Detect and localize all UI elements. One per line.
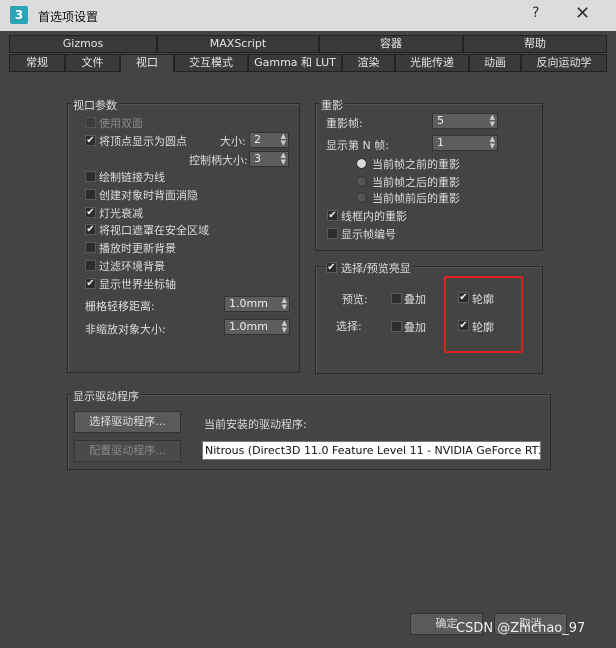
draw-links-label: 绘制链接为线: [99, 171, 165, 184]
tab-general[interactable]: 常规: [9, 54, 65, 72]
size-label: 大小:: [220, 135, 246, 148]
filter-env-bg-label: 过滤环境背景: [99, 260, 165, 273]
size-spinner[interactable]: 2 ▲ ▼: [249, 132, 289, 148]
non-scaling-size-label: 非缩放对象大小:: [85, 323, 166, 336]
ghost-before-radio[interactable]: [356, 158, 367, 169]
tab-containers[interactable]: 容器: [319, 35, 463, 53]
grid-nudge-value: 1.0mm: [229, 297, 268, 310]
tab-interaction-mode[interactable]: 交互模式: [174, 54, 248, 72]
nth-frame-label: 显示第 N 帧:: [326, 139, 389, 152]
tab-help[interactable]: 帮助: [463, 35, 607, 53]
ghosting-title: 重影: [319, 97, 345, 113]
ghost-before-after-radio[interactable]: [356, 192, 367, 203]
update-bg-label: 播放时更新背景: [99, 242, 176, 255]
backface-cull-checkbox[interactable]: [85, 189, 96, 200]
update-bg-checkbox[interactable]: [85, 242, 96, 253]
current-driver-field: Nitrous (Direct3D 11.0 Feature Level 11 …: [202, 441, 541, 460]
preview-overlay-label: 叠加: [404, 293, 426, 306]
ghost-frames-spinner[interactable]: 5 ▲ ▼: [432, 113, 498, 129]
tab-radiosity[interactable]: 光能传递: [395, 54, 469, 72]
selection-highlight-checkbox[interactable]: ✔: [326, 262, 337, 273]
show-vertices-as-dots-label: 将顶点显示为圆点: [99, 135, 187, 148]
tab-viewports[interactable]: 视口: [120, 54, 174, 73]
preview-label: 预览:: [342, 293, 368, 306]
window-title: 首选项设置: [38, 10, 99, 24]
ghost-after-radio[interactable]: [356, 176, 367, 187]
tab-inverse-kinematics[interactable]: 反向运动学: [521, 54, 607, 72]
selection-overlay-checkbox[interactable]: [391, 321, 402, 332]
handle-size-label: 控制柄大小:: [189, 154, 248, 167]
ghost-frames-label: 重影帧:: [326, 117, 363, 130]
tab-rendering[interactable]: 渲染: [342, 54, 395, 72]
configure-driver-button[interactable]: 配置驱动程序...: [74, 440, 181, 462]
spinner-arrows-icon[interactable]: ▲ ▼: [490, 136, 495, 150]
spinner-arrows-icon[interactable]: ▲ ▼: [490, 114, 495, 128]
tab-gizmos[interactable]: Gizmos: [9, 35, 157, 53]
ghost-wireframe-label: 线框内的重影: [341, 210, 407, 223]
help-button[interactable]: ?: [532, 5, 539, 21]
tab-gamma-lut[interactable]: Gamma 和 LUT: [248, 54, 342, 72]
mask-safe-region-label: 将视口遮罩在安全区域: [99, 224, 209, 237]
grid-nudge-label: 栅格轻移距离:: [85, 300, 155, 313]
attenuate-lights-label: 灯光衰减: [99, 207, 143, 220]
filter-env-bg-checkbox[interactable]: [85, 260, 96, 271]
show-world-axis-checkbox[interactable]: ✔: [85, 278, 96, 289]
spinner-arrows-icon[interactable]: ▲ ▼: [281, 133, 286, 147]
close-button[interactable]: ✕: [575, 3, 590, 24]
mask-safe-region-checkbox[interactable]: ✔: [85, 224, 96, 235]
ghost-wireframe-checkbox[interactable]: ✔: [327, 210, 338, 221]
backface-cull-label: 创建对象时背面消隐: [99, 189, 198, 202]
use-dual-planes-label: 使用双面: [99, 117, 143, 130]
tab-files[interactable]: 文件: [65, 54, 120, 72]
tab-animation[interactable]: 动画: [469, 54, 521, 72]
spinner-arrows-icon[interactable]: ▲ ▼: [281, 152, 286, 166]
viewport-params-title: 视口参数: [71, 97, 119, 113]
spinner-arrows-icon[interactable]: ▲ ▼: [282, 320, 287, 334]
non-scaling-size-spinner[interactable]: 1.0mm ▲ ▼: [224, 319, 290, 335]
choose-driver-button[interactable]: 选择驱动程序...: [74, 411, 181, 433]
attenuate-lights-checkbox[interactable]: ✔: [85, 207, 96, 218]
use-dual-planes-checkbox[interactable]: [85, 117, 96, 128]
spinner-arrows-icon[interactable]: ▲ ▼: [282, 297, 287, 311]
preview-overlay-checkbox[interactable]: [391, 293, 402, 304]
handle-size-spinner[interactable]: 3 ▲ ▼: [249, 151, 289, 167]
selection-highlight-title: 选择/预览亮显: [339, 260, 413, 276]
frame-numbers-checkbox[interactable]: [327, 228, 338, 239]
handle-size-value: 3: [254, 152, 261, 165]
draw-links-checkbox[interactable]: [85, 171, 96, 182]
size-value: 2: [254, 133, 261, 146]
selection-label: 选择:: [336, 320, 362, 333]
watermark-text: CSDN @Zhichao_97: [456, 621, 586, 636]
ghost-before-label: 当前帧之前的重影: [372, 158, 460, 171]
non-scaling-size-value: 1.0mm: [229, 320, 268, 333]
grid-nudge-spinner[interactable]: 1.0mm ▲ ▼: [224, 296, 290, 312]
current-driver-label: 当前安装的驱动程序:: [204, 418, 307, 431]
selection-overlay-label: 叠加: [404, 321, 426, 334]
title-bar: 3 首选项设置 ? ✕: [0, 0, 616, 31]
show-world-axis-label: 显示世界坐标轴: [99, 278, 176, 291]
show-vertices-as-dots-checkbox[interactable]: ✔: [85, 135, 96, 146]
nth-frame-value: 1: [437, 136, 444, 149]
annotation-highlight-box: [444, 276, 523, 353]
frame-numbers-label: 显示帧编号: [341, 228, 396, 241]
app-icon: 3: [10, 6, 28, 24]
ghost-before-after-label: 当前帧前后的重影: [372, 192, 460, 205]
nth-frame-spinner[interactable]: 1 ▲ ▼: [432, 135, 498, 151]
display-driver-title: 显示驱动程序: [71, 388, 141, 404]
tab-maxscript[interactable]: MAXScript: [157, 35, 319, 53]
ghost-frames-value: 5: [437, 114, 444, 127]
ghost-after-label: 当前帧之后的重影: [372, 176, 460, 189]
